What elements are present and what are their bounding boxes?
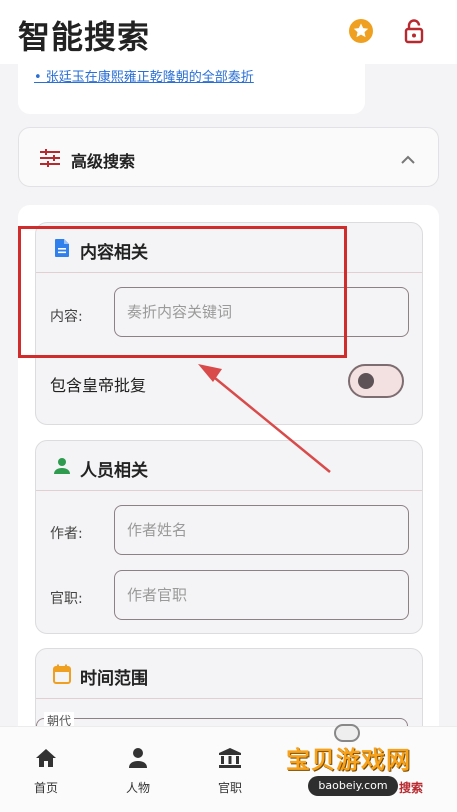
section-title: 人员相关 [80, 461, 148, 481]
author-label: 作者: [50, 526, 83, 542]
calendar-icon [53, 664, 71, 684]
chevron-up-icon[interactable] [401, 150, 415, 164]
nav-label: 首页 [33, 781, 58, 795]
official-label: 官职: [50, 591, 83, 607]
app-header: 智能搜索 [0, 0, 457, 64]
suggestion-link[interactable]: • 张廷玉在康熙雍正乾隆朝的全部奏折 [34, 66, 254, 85]
watermark-url: baobeiy.com [308, 776, 398, 796]
section-time: 时间范围 [35, 648, 423, 726]
suggestion-card: • 张廷玉在康熙雍正乾隆朝的全部奏折 [18, 64, 365, 114]
page-title: 智能搜索 [18, 18, 151, 56]
nav-label: 人物 [125, 781, 150, 795]
section-header: 人员相关 [36, 441, 422, 491]
person-icon [53, 456, 71, 476]
advanced-search-label: 高级搜索 [71, 152, 136, 171]
institution-icon [218, 747, 242, 769]
watermark-title: 宝贝游戏网 [286, 746, 411, 774]
content-area[interactable]: • 张廷玉在康熙雍正乾隆朝的全部奏折 高级搜索 内容相关 内容: 奏折内容关键词… [0, 64, 457, 726]
lock-icon[interactable] [402, 18, 426, 44]
home-icon [34, 747, 58, 769]
toggle-knob [358, 373, 374, 389]
advanced-search-toggle[interactable]: 高级搜索 [18, 127, 439, 187]
author-input[interactable] [114, 505, 409, 555]
include-reply-label: 包含皇帝批复 [50, 376, 147, 395]
star-icon[interactable] [349, 19, 373, 43]
nav-item-offices[interactable]: 官职 [184, 727, 276, 812]
person-icon [126, 747, 150, 769]
highlight-box [18, 226, 347, 358]
watermark-logo: 宝贝游戏网 baobeiy.com [282, 722, 432, 804]
section-people: 人员相关 作者: 官职: [35, 440, 423, 634]
section-title: 时间范围 [80, 669, 148, 689]
section-header: 时间范围 [36, 649, 422, 699]
official-input[interactable] [114, 570, 409, 620]
include-reply-toggle[interactable] [348, 364, 404, 398]
nav-item-people[interactable]: 人物 [92, 727, 184, 812]
nav-label: 官职 [217, 781, 242, 795]
nav-item-home[interactable]: 首页 [0, 727, 92, 812]
sliders-icon [39, 148, 61, 168]
